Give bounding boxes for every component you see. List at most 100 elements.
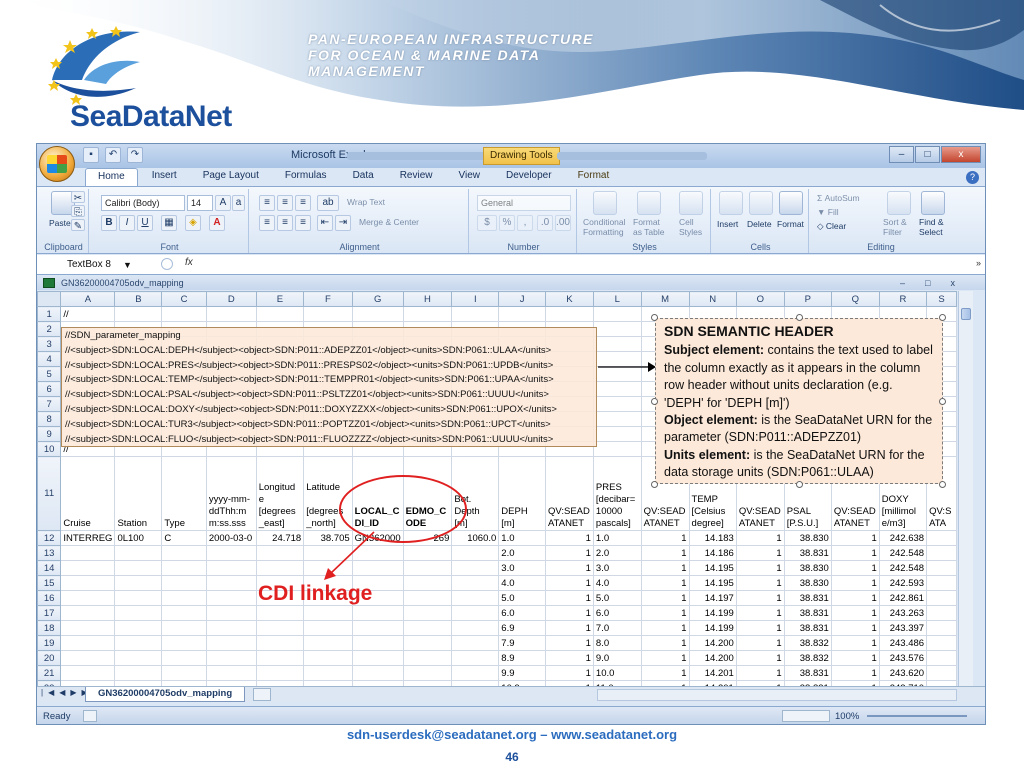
row-header[interactable]: 17 bbox=[37, 605, 62, 621]
cell-styles-icon[interactable] bbox=[679, 191, 703, 215]
cell[interactable] bbox=[351, 650, 404, 666]
cell[interactable] bbox=[926, 530, 957, 546]
row-header[interactable]: 20 bbox=[37, 650, 62, 666]
cell-styles-button[interactable]: Cell Styles bbox=[679, 217, 702, 237]
number-format-select[interactable]: General bbox=[477, 195, 571, 211]
cell[interactable] bbox=[402, 575, 453, 591]
close-icon[interactable]: x bbox=[941, 146, 981, 163]
cell[interactable]: 38.832 bbox=[783, 650, 832, 666]
cell[interactable] bbox=[351, 635, 404, 651]
workbook-window-controls[interactable]: –□x bbox=[900, 276, 975, 290]
cell[interactable]: 14.197 bbox=[688, 590, 737, 606]
tab-home[interactable]: Home bbox=[85, 168, 138, 186]
tab-insert[interactable]: Insert bbox=[140, 168, 189, 186]
clear-button[interactable]: ◇ Clear bbox=[817, 221, 846, 232]
cell[interactable] bbox=[114, 590, 163, 606]
column-header[interactable]: R bbox=[878, 291, 928, 307]
italic-icon[interactable]: I bbox=[119, 215, 135, 231]
cell[interactable] bbox=[114, 665, 163, 681]
cell[interactable]: 4.0 bbox=[592, 575, 642, 591]
scrollbar-thumb[interactable] bbox=[961, 308, 971, 320]
conditional-formatting-icon[interactable] bbox=[593, 191, 617, 215]
cell[interactable]: 14.200 bbox=[688, 635, 737, 651]
cell[interactable]: 8.9 bbox=[498, 650, 546, 666]
cell[interactable] bbox=[498, 306, 546, 322]
row-header[interactable]: 9 bbox=[37, 426, 62, 442]
cell[interactable] bbox=[303, 650, 353, 666]
cell[interactable]: 7.0 bbox=[592, 620, 642, 636]
cell[interactable] bbox=[451, 590, 500, 606]
cell[interactable] bbox=[451, 635, 500, 651]
comma-icon[interactable]: , bbox=[517, 215, 533, 231]
row-header[interactable]: 19 bbox=[37, 635, 62, 651]
delete-cells-icon[interactable] bbox=[749, 191, 773, 215]
cell[interactable] bbox=[926, 635, 957, 651]
cell[interactable]: 7.9 bbox=[498, 635, 546, 651]
cell[interactable]: 1 bbox=[830, 575, 880, 591]
cell[interactable] bbox=[926, 590, 957, 606]
cell[interactable]: INTERREG bbox=[60, 530, 116, 546]
cell[interactable]: 38.831 bbox=[783, 590, 832, 606]
cell[interactable]: 38.831 bbox=[783, 665, 832, 681]
cell[interactable] bbox=[161, 650, 207, 666]
cell[interactable]: 242.548 bbox=[878, 545, 928, 561]
cell[interactable] bbox=[114, 620, 163, 636]
cell[interactable] bbox=[205, 575, 257, 591]
cut-icon[interactable]: ✂ bbox=[71, 191, 85, 204]
sheet-tab-active[interactable]: GN36200004705odv_mapping bbox=[85, 687, 246, 702]
cell[interactable] bbox=[926, 650, 957, 666]
cell[interactable] bbox=[592, 441, 642, 457]
find-select-icon[interactable] bbox=[921, 191, 945, 215]
cell[interactable] bbox=[205, 560, 257, 576]
chevron-down-icon[interactable]: ▼ bbox=[123, 257, 132, 273]
cell[interactable]: 1 bbox=[735, 530, 785, 546]
delete-button[interactable]: Delete bbox=[747, 219, 772, 229]
row-header[interactable]: 13 bbox=[37, 545, 62, 561]
column-header[interactable]: F bbox=[303, 291, 353, 307]
cell[interactable]: 1 bbox=[545, 590, 594, 606]
cell[interactable] bbox=[114, 575, 163, 591]
merge-center-button[interactable]: Merge & Center bbox=[359, 217, 419, 227]
cell[interactable]: 14.200 bbox=[688, 650, 737, 666]
align-bottom-icon[interactable]: ≡ bbox=[295, 195, 311, 211]
cell[interactable]: 1 bbox=[545, 665, 594, 681]
cell[interactable] bbox=[303, 620, 353, 636]
resize-handle[interactable] bbox=[939, 314, 946, 321]
cell[interactable]: 14.195 bbox=[688, 560, 737, 576]
row-header[interactable]: 11 bbox=[37, 456, 62, 531]
resize-handle[interactable] bbox=[939, 398, 946, 405]
insert-function-button[interactable]: fx bbox=[185, 257, 193, 268]
cell[interactable] bbox=[161, 605, 207, 621]
column-header[interactable]: A bbox=[60, 291, 116, 307]
maximize-icon[interactable]: □ bbox=[915, 146, 940, 163]
cell[interactable]: 243.486 bbox=[878, 635, 928, 651]
cell[interactable]: 1 bbox=[640, 650, 690, 666]
insert-cells-icon[interactable] bbox=[719, 191, 743, 215]
cell[interactable]: 1 bbox=[640, 665, 690, 681]
cell[interactable]: DEPH [m] bbox=[498, 456, 546, 531]
cell[interactable] bbox=[60, 560, 116, 576]
cell[interactable]: 8.0 bbox=[592, 635, 642, 651]
row-header[interactable]: 18 bbox=[37, 620, 62, 636]
align-middle-icon[interactable]: ≡ bbox=[277, 195, 293, 211]
cell[interactable] bbox=[303, 665, 353, 681]
wrap-text-button[interactable]: Wrap Text bbox=[347, 197, 385, 207]
cell[interactable]: 14.183 bbox=[688, 530, 737, 546]
cell[interactable] bbox=[402, 590, 453, 606]
column-header[interactable]: D bbox=[205, 291, 257, 307]
cell[interactable] bbox=[114, 605, 163, 621]
find-select-button[interactable]: Find & Select bbox=[919, 217, 944, 237]
cell[interactable]: 1 bbox=[735, 605, 785, 621]
cell[interactable]: 1 bbox=[545, 605, 594, 621]
cell[interactable] bbox=[303, 605, 353, 621]
cell[interactable]: 2000-03-0 bbox=[205, 530, 257, 546]
horizontal-scrollbar[interactable] bbox=[597, 689, 957, 701]
cell[interactable]: PRES [decibar= 10000 pascals] bbox=[592, 456, 642, 531]
font-name-select[interactable]: Calibri (Body) bbox=[101, 195, 185, 211]
cell[interactable] bbox=[205, 635, 257, 651]
cell[interactable] bbox=[402, 635, 453, 651]
resize-handle[interactable] bbox=[651, 481, 658, 488]
cell[interactable]: 4.0 bbox=[498, 575, 546, 591]
sort-filter-icon[interactable] bbox=[887, 191, 911, 215]
cell[interactable]: 1 bbox=[830, 665, 880, 681]
